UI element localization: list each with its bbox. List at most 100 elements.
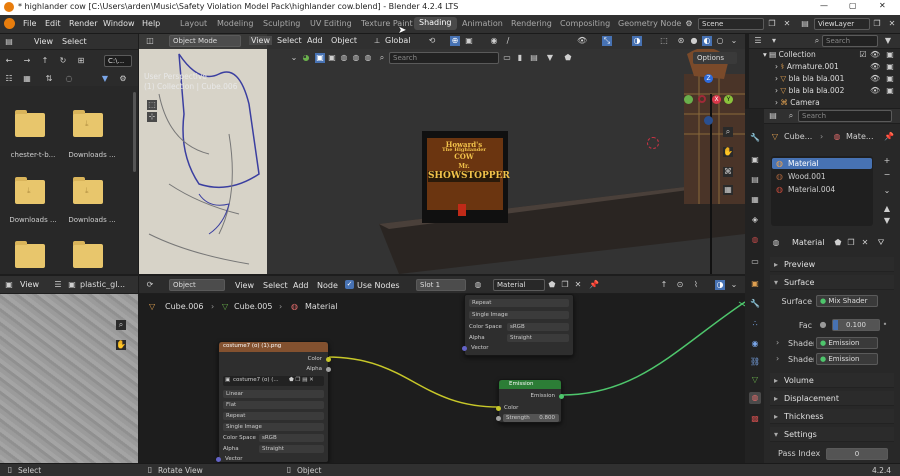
image-texture-node[interactable]: costume7 (o) (1).png Color Alpha ▣ costu… — [216, 341, 331, 463]
camera-render-icon[interactable]: ▣ — [885, 86, 895, 96]
folder-icon[interactable]: ⤓ — [73, 177, 103, 204]
display-mode-icon[interactable]: ▾ — [769, 36, 779, 46]
menu-add[interactable]: Add — [307, 36, 323, 45]
camera-render-icon[interactable]: ▣ — [885, 74, 895, 84]
surface-shader-field[interactable]: ● Mix Shader — [816, 295, 878, 307]
display-mode-icon[interactable]: ☷ — [4, 74, 14, 84]
zoom-icon[interactable]: ⌕ — [116, 320, 126, 330]
extension-dropdown[interactable]: Repeat — [223, 412, 324, 420]
menu-select[interactable]: Select — [62, 37, 87, 46]
delete-view-layer-icon[interactable]: ✕ — [887, 19, 897, 29]
filter-icon[interactable]: ▼ — [883, 36, 893, 46]
unlink-icon[interactable]: ✕ — [860, 238, 870, 248]
file-item-label[interactable]: chester-t-b... — [4, 151, 62, 159]
outliner-row[interactable]: › ⌘ Camera — [775, 97, 820, 107]
solid-shading-icon[interactable]: ● — [689, 36, 699, 46]
tab-rendering[interactable]: Rendering — [511, 19, 552, 28]
filter-settings-icon[interactable]: ⚙ — [118, 74, 128, 84]
display-icon[interactable]: ▤ — [529, 53, 539, 63]
pass-index-field[interactable]: 0 — [826, 448, 888, 460]
material-name-field[interactable]: Material — [792, 238, 832, 247]
pivot-icon[interactable]: ⟲ — [427, 36, 437, 46]
scene-selector[interactable]: Scene — [698, 18, 764, 30]
sort-icon[interactable]: ▭ — [502, 53, 512, 63]
properties-search-input[interactable]: Search — [798, 110, 892, 122]
material-tab-icon[interactable]: ◍ — [749, 392, 761, 404]
pin-icon[interactable]: 📌 — [884, 132, 894, 142]
outliner-row[interactable]: › ▽ bla bla bla.002 — [775, 85, 844, 97]
emission-output-socket[interactable] — [559, 394, 564, 399]
view-layer-selector[interactable]: ViewLayer — [814, 18, 870, 30]
tab-sculpting[interactable]: Sculpting — [263, 19, 300, 28]
node-field[interactable]: Single Image — [469, 311, 569, 319]
node-editor-area[interactable]: ⟳ Object View Select Add Node ✓ Use Node… — [139, 276, 745, 463]
material-shading-icon[interactable]: ◐ — [702, 36, 712, 46]
image-editor-type-icon[interactable]: ▣ — [4, 280, 14, 290]
tab-animation[interactable]: Animation — [462, 19, 503, 28]
file-scrollbar[interactable] — [133, 92, 136, 172]
image-editor-area[interactable]: ▣ View ☰ ▣ plastic_gl... ⌕ ✋ — [0, 276, 138, 463]
vector-socket[interactable] — [462, 346, 467, 351]
checkbox-icon[interactable]: ☑ — [858, 50, 868, 60]
zoom-icon[interactable]: ⌕ — [723, 127, 733, 137]
color-icon[interactable]: ◕ — [301, 53, 311, 63]
add-slot-icon[interactable]: + — [882, 156, 892, 166]
emission-node[interactable]: Emission Emission Color Strength 0.800 — [496, 379, 564, 423]
snap-target-icon[interactable]: ▣ — [464, 36, 474, 46]
camera-view-icon[interactable]: ⌘ — [723, 167, 733, 177]
panel-volume[interactable]: Volume — [770, 373, 894, 388]
tab-compositing[interactable]: Compositing — [560, 19, 610, 28]
filter-world-icon[interactable]: ◍ — [351, 53, 361, 63]
filter-icon[interactable]: ▼ — [100, 74, 110, 84]
gizmo-icon[interactable]: ⤡ — [602, 36, 612, 46]
chevron-down-icon[interactable]: ⌄ — [882, 186, 892, 196]
vector-socket[interactable] — [216, 457, 221, 462]
chevron-down-icon[interactable]: ⌄ — [289, 53, 299, 63]
node-field[interactable]: sRGB — [507, 323, 569, 331]
orientation-dropdown[interactable]: Global — [385, 36, 411, 45]
upper-image-node[interactable]: Repeat Single Image Color Space sRGB Alp… — [462, 294, 574, 356]
wireframe-shading-icon[interactable]: ⊛ — [676, 36, 686, 46]
constraints-tab-icon[interactable]: ⛓ — [749, 356, 761, 368]
transform-orientation-icon[interactable]: ⟂ — [372, 36, 382, 46]
render-tab-icon[interactable]: ▣ — [749, 154, 761, 166]
folder-icon[interactable]: ⤓ — [15, 177, 45, 204]
new-scene-icon[interactable]: ❐ — [767, 19, 777, 29]
select-box-tool-icon[interactable]: ⬚ — [147, 100, 157, 110]
menu-render[interactable]: Render — [69, 19, 97, 28]
cursor-tool-icon[interactable]: ⊹ — [147, 112, 157, 122]
eye-icon[interactable]: 👁 — [870, 50, 880, 60]
shading-options-icon[interactable]: ⌄ — [729, 36, 739, 46]
view-layer-icon[interactable]: ▤ — [800, 19, 810, 29]
fac-slider[interactable]: 0.100 — [832, 319, 880, 331]
chevron-right-icon[interactable]: › — [776, 338, 779, 347]
filter-light-icon[interactable]: ▣ — [327, 53, 337, 63]
editor-type-icon[interactable]: ▤ — [4, 37, 14, 47]
folder-icon[interactable] — [15, 241, 45, 268]
physics-tab-icon[interactable]: ◉ — [749, 338, 761, 350]
color-space-dropdown[interactable]: sRGB — [259, 434, 324, 442]
node-header[interactable]: costume7 (o) (1).png — [219, 342, 328, 352]
file-item-label[interactable]: Downloads ... — [4, 216, 62, 224]
material-browse-icon[interactable]: ◍ — [771, 238, 781, 248]
menu-help[interactable]: Help — [142, 19, 160, 28]
node-link-icon[interactable]: ⛛ — [876, 238, 886, 248]
pan-hand-icon[interactable]: ✋ — [723, 147, 733, 157]
xray-icon[interactable]: ⬚ — [659, 36, 669, 46]
proportional-edit-icon[interactable]: ◉ — [489, 36, 499, 46]
chevron-right-icon[interactable]: › — [776, 354, 779, 363]
panel-surface[interactable]: Surface — [770, 275, 894, 290]
material-slot[interactable]: ◍ Material.004 — [772, 184, 872, 195]
eye-icon[interactable]: 👁 — [870, 86, 880, 96]
interpolation-dropdown[interactable]: Linear — [223, 390, 324, 398]
minimize-button[interactable]: — — [820, 1, 828, 10]
file-item-label[interactable]: Downloads ... — [62, 216, 122, 224]
collection-tab-icon[interactable]: ▭ — [749, 256, 761, 268]
axis-neg-z-icon[interactable] — [704, 116, 713, 125]
tab-geometry-nodes[interactable]: Geometry Node — [618, 19, 681, 28]
node-field[interactable]: Repeat — [469, 299, 569, 307]
folder-icon[interactable] — [15, 110, 45, 137]
blender-menu-icon[interactable] — [4, 18, 15, 29]
overlay-icon[interactable]: ◑ — [632, 36, 642, 46]
menu-select[interactable]: Select — [277, 36, 302, 45]
